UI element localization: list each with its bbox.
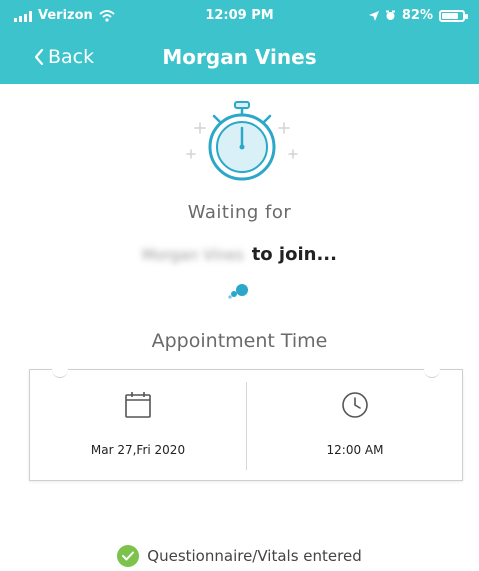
battery-percent: 82% bbox=[401, 8, 433, 23]
loading-indicator bbox=[228, 284, 248, 299]
questionnaire-status: Questionnaire/Vitals entered bbox=[0, 545, 479, 567]
location-arrow-icon bbox=[368, 10, 379, 21]
battery-icon bbox=[439, 9, 468, 22]
waiting-text: Waiting for bbox=[187, 202, 292, 223]
status-bar: Verizon 12:09 PM 82% bbox=[0, 0, 479, 32]
appointment-date-cell: Mar 27,Fri 2020 bbox=[30, 370, 246, 482]
check-circle-icon bbox=[117, 545, 140, 567]
page-title: Morgan Vines bbox=[162, 45, 317, 69]
alarm-icon bbox=[385, 10, 395, 20]
nav-bar: Back Morgan Vines bbox=[0, 36, 479, 80]
join-text: to join... bbox=[251, 244, 337, 265]
questionnaire-status-text: Questionnaire/Vitals entered bbox=[147, 547, 362, 565]
appointment-card: Mar 27,Fri 2020 12:00 AM bbox=[29, 362, 463, 482]
app-header: Verizon 12:09 PM 82% Back Morgan Vines bbox=[0, 0, 479, 84]
join-status: Morgan Vines to join... bbox=[0, 244, 479, 265]
battery-level bbox=[442, 12, 459, 19]
stopwatch-icon bbox=[186, 101, 298, 181]
appointment-date: Mar 27,Fri 2020 bbox=[90, 443, 186, 457]
appointment-time-label: Appointment Time bbox=[151, 330, 328, 352]
appointment-time-cell: 12:00 AM bbox=[247, 370, 463, 482]
clock-icon bbox=[342, 392, 368, 418]
calendar-icon bbox=[125, 392, 151, 418]
appointment-time: 12:00 AM bbox=[326, 443, 384, 457]
participant-name: Morgan Vines bbox=[142, 245, 244, 264]
status-right: 82% bbox=[368, 8, 468, 23]
